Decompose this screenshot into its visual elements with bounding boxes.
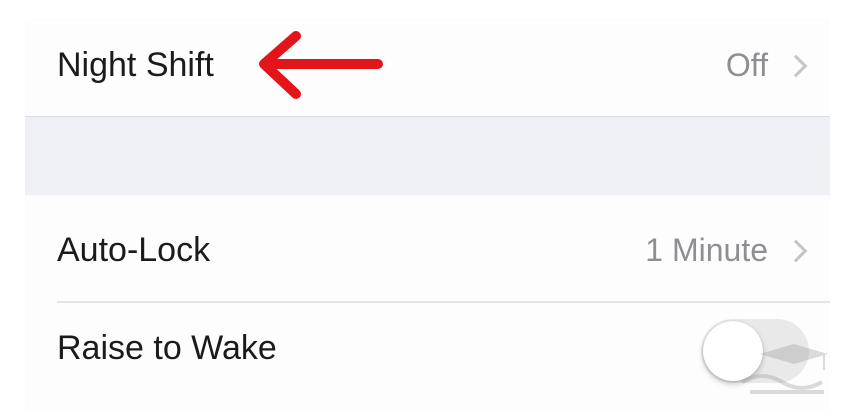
auto-lock-row[interactable]: Auto-Lock 1 Minute [25,195,830,301]
chevron-right-icon [784,239,808,263]
red-left-arrow-icon [259,31,383,99]
display-settings-panel: Night Shift Off Auto-Lock 1 Minute Raise… [25,18,830,410]
chevron-right-icon [784,54,808,78]
section-separator [25,116,830,196]
auto-lock-label: Auto-Lock [57,231,211,269]
graduation-cap-logo-icon [740,344,828,394]
night-shift-label: Night Shift [57,46,214,84]
night-shift-row[interactable]: Night Shift Off [25,18,830,116]
raise-to-wake-row: Raise to Wake [25,303,830,410]
auto-lock-value: 1 Minute [645,232,768,268]
night-shift-value: Off [725,47,768,83]
raise-to-wake-label: Raise to Wake [57,329,277,367]
